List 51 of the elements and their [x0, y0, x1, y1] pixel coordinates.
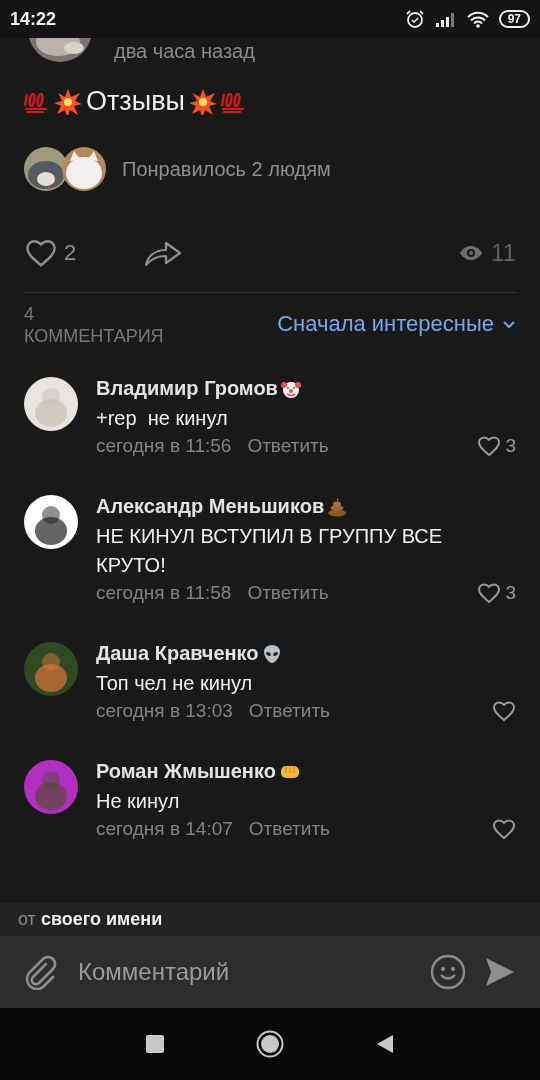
comment-text: +rep не кинул	[96, 406, 229, 431]
heart-icon[interactable]	[492, 818, 516, 840]
status-time: 14:22	[10, 8, 57, 30]
signal-icon	[434, 11, 457, 27]
sort-dropdown[interactable]: Сначала интересные	[277, 303, 516, 337]
reply-link[interactable]: Ответить	[248, 818, 330, 840]
poop-icon	[327, 496, 348, 517]
comment-text: Не кинул	[96, 789, 181, 814]
like-count: 3	[505, 582, 516, 604]
eye-icon	[459, 245, 484, 261]
send-icon[interactable]	[484, 956, 516, 988]
heart-icon[interactable]	[24, 238, 58, 268]
back-button[interactable]	[376, 1034, 394, 1054]
post-time: два часа назад	[114, 40, 255, 62]
comment-time: сегодня в 11:56	[96, 435, 232, 457]
heart-icon[interactable]	[492, 700, 516, 722]
sender-identity-selector[interactable]: от своего имени	[18, 909, 163, 929]
comment-bar[interactable]: Комментарий	[0, 936, 540, 1008]
comment-text: НЕ КИНУЛ ВСТУПИЛ В ГРУППУ ВСЕ КРУТО!	[96, 524, 444, 578]
reply-link[interactable]: Ответить	[248, 700, 330, 722]
post-title: Отзывы	[86, 86, 185, 117]
reply-link[interactable]: Ответить	[247, 435, 329, 457]
home-button[interactable]	[256, 1030, 284, 1058]
comment-input-field[interactable]: Комментарий	[76, 957, 412, 987]
smiley-icon[interactable]	[430, 954, 466, 990]
alarm-icon	[404, 10, 425, 28]
view-count-text: 11	[491, 239, 516, 267]
comment-time: сегодня в 11:58	[96, 582, 232, 604]
like-count: 3	[505, 435, 516, 457]
wifi-icon	[466, 10, 489, 28]
comment-time: сегодня в 14:07	[96, 818, 233, 840]
comment-author[interactable]: Владимир Громов	[96, 377, 278, 400]
comments-label: КОММЕНТАРИЯ	[24, 325, 164, 347]
chevron-down-icon	[502, 319, 516, 329]
likes-summary: Понравилось 2 людям	[122, 157, 331, 181]
comment-time: сегодня в 13:03	[96, 700, 233, 722]
comment-author[interactable]: Даша Кравченко	[96, 642, 259, 665]
comment-author[interactable]: Роман Жмышенко	[96, 760, 276, 783]
comment-text: Топ чел не кинул	[96, 671, 254, 696]
battery-indicator: 97	[498, 10, 530, 28]
like-count: 2	[64, 240, 77, 266]
share-arrow-icon[interactable]	[144, 239, 183, 267]
explosion-icon	[188, 88, 217, 115]
paperclip-icon[interactable]	[24, 954, 58, 990]
heart-icon[interactable]	[477, 435, 502, 457]
comment-count: 4	[24, 303, 35, 325]
heart-icon[interactable]	[477, 582, 502, 604]
explosion-icon	[54, 88, 82, 115]
alien-icon	[261, 643, 282, 664]
comment-author[interactable]: Александр Меньшиков	[96, 495, 325, 518]
reply-link[interactable]: Ответить	[247, 582, 329, 604]
